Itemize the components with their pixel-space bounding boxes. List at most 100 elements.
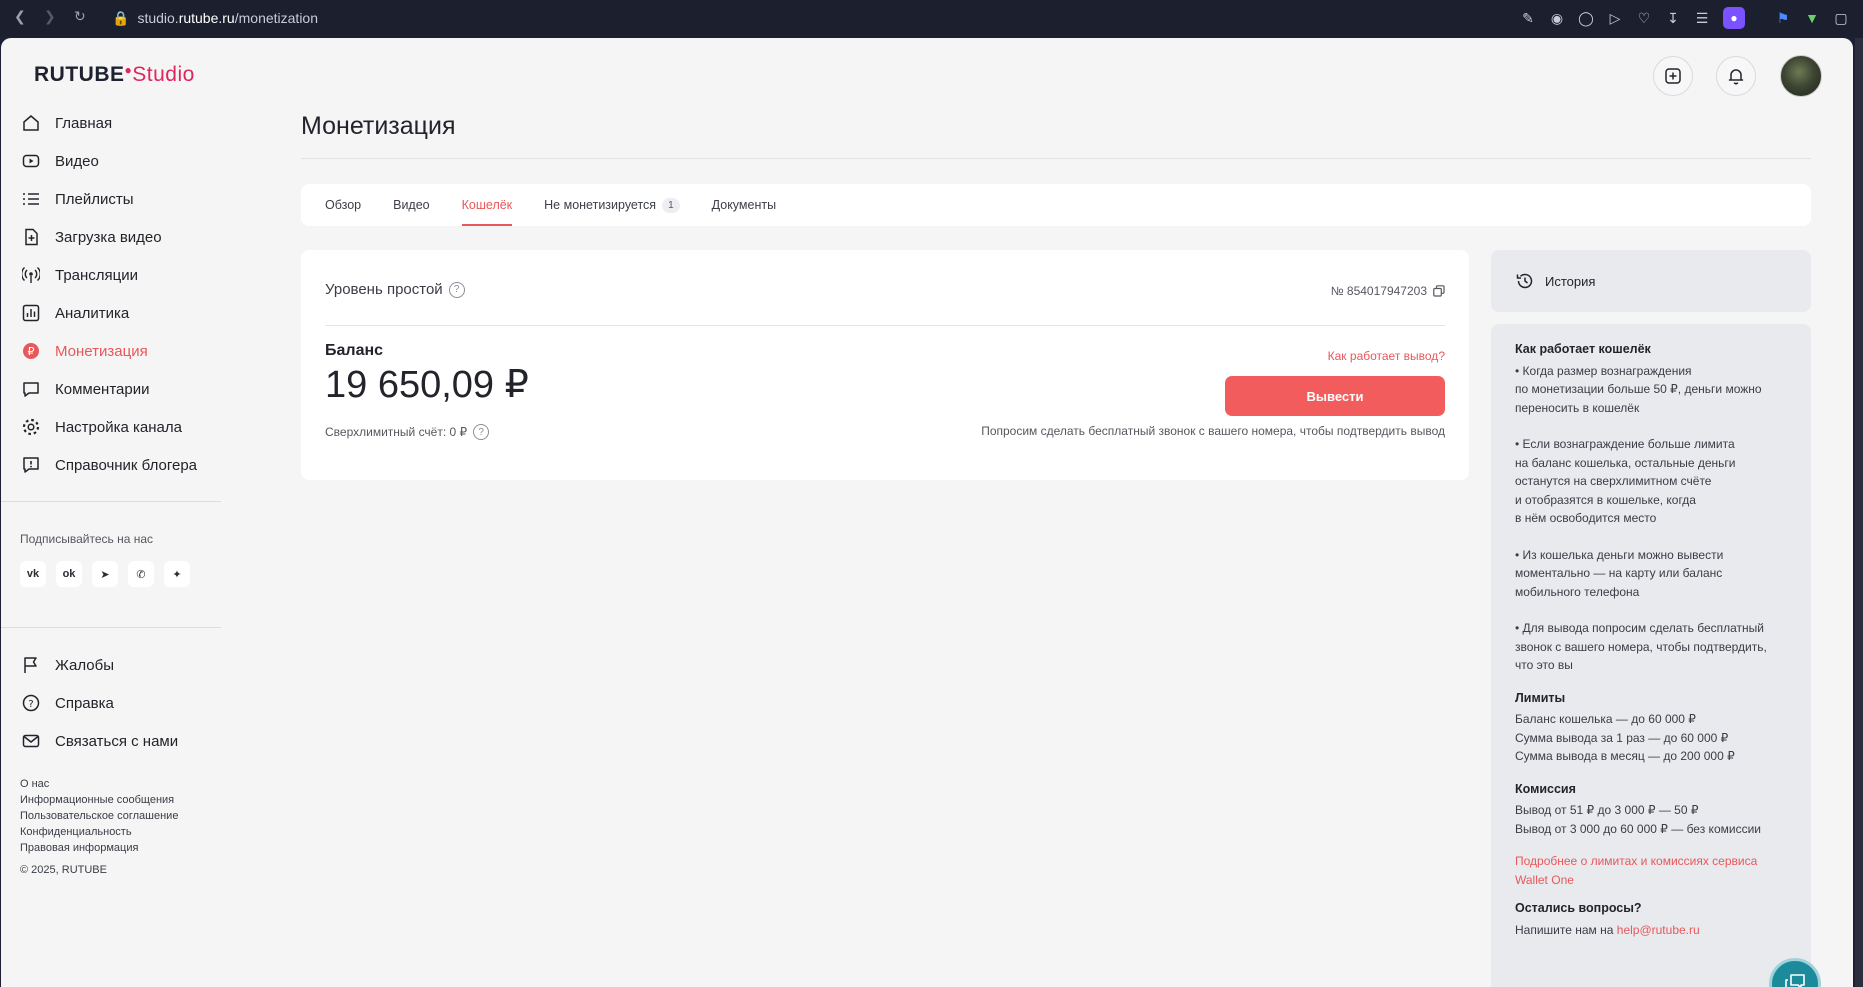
withdraw-button[interactable]: Вывести	[1225, 376, 1445, 416]
info-point: • Для вывода попросим сделать бесплатный…	[1515, 621, 1767, 672]
sidebar-item-label: Видео	[55, 152, 99, 170]
browser-toolbar: ❮ ❯ ↻ 🔒 studio.rutube.ru/monetization ✎ …	[0, 0, 1863, 36]
svg-text:?: ?	[28, 699, 33, 710]
menu-icon[interactable]: ☰	[1694, 10, 1710, 27]
sidebar-item-contact[interactable]: Связаться с нами	[21, 722, 221, 760]
footer-link-privacy[interactable]: Конфиденциальность	[20, 824, 178, 840]
history-button[interactable]: История	[1491, 250, 1811, 312]
vk-icon[interactable]: vk	[20, 561, 46, 587]
list-icon	[21, 189, 41, 209]
sidebar-item-label: Главная	[55, 114, 113, 132]
sidebar-item-upload[interactable]: Загрузка видео	[21, 218, 221, 256]
flag-extension-icon[interactable]: ⚑	[1775, 10, 1791, 27]
download-icon[interactable]: ↧	[1665, 10, 1681, 27]
wallet-divider	[325, 325, 1445, 326]
wallet-info-panel: Как работает кошелёк • Когда размер возн…	[1491, 324, 1811, 987]
copy-icon[interactable]	[1433, 285, 1445, 297]
address-bar[interactable]: 🔒 studio.rutube.ru/monetization	[112, 7, 318, 29]
url-text: studio.rutube.ru/monetization	[137, 10, 319, 26]
wallet-account-number: № 854017947203	[1331, 284, 1445, 298]
footer-link-user-agreement[interactable]: Пользовательское соглашение	[20, 808, 178, 824]
sidebar-item-label: Загрузка видео	[55, 228, 162, 246]
sidebar-item-complaints[interactable]: Жалобы	[21, 646, 221, 684]
sidebar-item-label: Связаться с нами	[55, 732, 179, 750]
sidebar-item-broadcasts[interactable]: Трансляции	[21, 256, 221, 294]
question-icon[interactable]: ?	[473, 424, 490, 440]
reload-icon[interactable]: ↻	[74, 8, 86, 25]
home-icon	[21, 113, 41, 133]
notifications-button[interactable]	[1716, 56, 1756, 96]
subscribe-title: Подписывайтесь на нас	[20, 532, 154, 546]
avatar[interactable]	[1780, 55, 1822, 97]
footer-link-legal[interactable]: Правовая информация	[20, 840, 178, 856]
tab-not-monetized[interactable]: Не монетизируется 1	[544, 184, 680, 226]
sidebar-divider	[1, 627, 221, 628]
gear-icon	[21, 417, 41, 437]
sidebar-item-comments[interactable]: Комментарии	[21, 370, 221, 408]
question-icon[interactable]: ?	[448, 281, 465, 298]
shield-icon[interactable]: ◯	[1578, 10, 1594, 27]
info-icon	[21, 455, 41, 475]
history-icon	[1516, 273, 1533, 289]
comment-icon	[21, 379, 41, 399]
tab-wallet[interactable]: Кошелёк	[461, 184, 512, 226]
support-email-link[interactable]: help@rutube.ru	[1617, 923, 1700, 937]
social-links: vk ok ➤ ✆ ✦	[20, 561, 190, 587]
box-icon[interactable]: ▢	[1833, 10, 1849, 27]
add-video-icon	[1665, 68, 1681, 84]
rutube-studio-logo[interactable]: RUTUBE●Studio	[34, 63, 195, 87]
tab-video[interactable]: Видео	[393, 184, 430, 226]
contact-text: Напишите нам на help@rutube.ru	[1515, 922, 1700, 937]
sidebar-item-label: Справка	[55, 694, 114, 712]
play-icon[interactable]: ▷	[1607, 10, 1623, 27]
info-point: • Если вознаграждение больше лимита на б…	[1515, 437, 1736, 525]
sidebar-item-blogger-guide[interactable]: Справочник блогера	[21, 446, 221, 484]
zen-icon[interactable]: ✦	[164, 561, 190, 587]
call-confirm-note: Попросим сделать бесплатный звонок с ваш…	[981, 424, 1445, 438]
tab-overview[interactable]: Обзор	[325, 184, 361, 226]
limits-details-link[interactable]: Подробнее о лимитах и комиссиях сервиса …	[1515, 854, 1757, 887]
chat-icon	[1785, 974, 1805, 987]
sidebar-item-label: Справочник блогера	[55, 456, 198, 474]
upload-icon	[21, 227, 41, 247]
bell-icon	[1728, 69, 1744, 85]
telegram-icon[interactable]: ➤	[92, 561, 118, 587]
page-scrollbar[interactable]	[1855, 38, 1863, 987]
sidebar-item-analytics[interactable]: Аналитика	[21, 294, 221, 332]
camera-icon[interactable]: ◉	[1549, 10, 1565, 27]
sidebar-item-label: Монетизация	[55, 342, 148, 360]
svg-text:₽: ₽	[28, 345, 35, 358]
limits-text: Баланс кошелька — до 60 000 ₽ Сумма выво…	[1515, 712, 1735, 763]
forward-icon[interactable]: ❯	[44, 8, 56, 25]
sidebar-item-video[interactable]: Видео	[21, 142, 221, 180]
profile-icon[interactable]: ●	[1723, 7, 1745, 29]
sidebar-item-label: Жалобы	[55, 656, 114, 674]
limits-heading: Лимиты	[1515, 690, 1566, 705]
info-point: • Когда размер вознаграждения по монетиз…	[1515, 363, 1762, 415]
sidebar-item-monetization[interactable]: ₽ Монетизация	[21, 332, 221, 370]
sidebar-item-playlists[interactable]: Плейлисты	[21, 180, 221, 218]
viber-icon[interactable]: ✆	[128, 561, 154, 587]
sidebar-item-help[interactable]: ? Справка	[21, 684, 221, 722]
sidebar-divider	[1, 501, 221, 502]
sidebar-item-label: Комментарии	[55, 380, 150, 398]
tab-documents[interactable]: Документы	[712, 184, 776, 226]
how-withdraw-link[interactable]: Как работает вывод?	[1328, 349, 1445, 363]
edit-icon[interactable]: ✎	[1520, 10, 1536, 27]
footer-link-info-messages[interactable]: Информационные сообщения	[20, 792, 178, 808]
mail-icon	[21, 731, 41, 751]
footer-link-about[interactable]: О нас	[20, 776, 178, 792]
broadcast-icon	[21, 265, 41, 285]
copyright: © 2025, RUTUBE	[20, 864, 107, 876]
balance-amount: 19 650,09 ₽	[325, 364, 529, 406]
download-extension-icon[interactable]: ▼	[1804, 10, 1820, 26]
info-heading: Как работает кошелёк	[1515, 342, 1651, 356]
video-icon	[21, 151, 41, 171]
back-icon[interactable]: ❮	[14, 8, 26, 25]
sidebar-item-channel-settings[interactable]: Настройка канала	[21, 408, 221, 446]
page-title: Монетизация	[301, 112, 456, 140]
heart-icon[interactable]: ♡	[1636, 10, 1652, 27]
sidebar-item-home[interactable]: Главная	[21, 104, 221, 142]
ok-icon[interactable]: ok	[56, 561, 82, 587]
upload-button[interactable]	[1653, 56, 1693, 96]
